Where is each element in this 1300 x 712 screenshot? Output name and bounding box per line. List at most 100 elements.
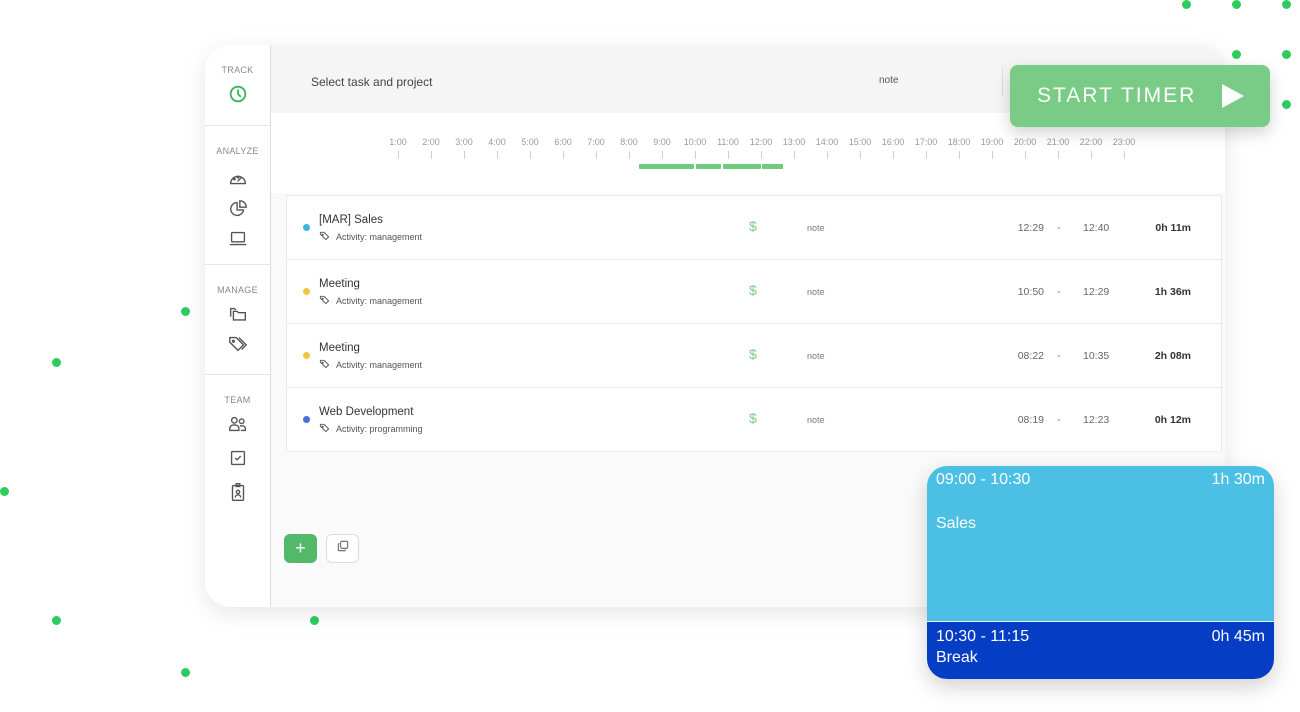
timeline-tick [398,151,399,159]
timeline-hour-label: 7:00 [587,137,605,147]
timeline-hour-label: 1:00 [389,137,407,147]
timeline-tick [1058,151,1059,159]
timeline-tick [1091,151,1092,159]
entry-end-time[interactable]: 12:29 [1083,286,1109,298]
add-entry-button[interactable]: + [284,534,317,563]
entry-note[interactable]: note [807,351,825,361]
project-color-dot [303,352,310,359]
entry-end-time[interactable]: 12:40 [1083,222,1109,234]
time-entry-row[interactable]: Meeting Activity: management $ note 10:50 - 12… [286,259,1222,323]
timeline-hour-label: 4:00 [488,137,506,147]
start-timer-button[interactable]: START TIMER [1010,65,1270,127]
timeline-segment[interactable] [762,164,783,169]
badge-icon[interactable] [227,481,249,503]
timeline-hour-label: 23:00 [1112,137,1136,147]
timeline-hour-label: 6:00 [554,137,572,147]
entry-activity: Activity: programming [319,422,423,435]
entry-activity: Activity: management [319,230,422,243]
entry-start-time[interactable]: 08:19 [999,414,1044,426]
decor-dot [52,616,61,625]
entry-title[interactable]: [MAR] Sales [319,214,383,226]
sidebar-section-manage: MANAGE [205,265,270,375]
clock-icon[interactable] [227,83,249,105]
calendar-block-duration: 0h 45m [1211,628,1265,645]
calendar-card: 09:00 - 10:30 1h 30m Sales 10:30 - 11:15… [927,466,1274,679]
entry-note[interactable]: note [807,223,825,233]
timeline-tick [563,151,564,159]
timeline-tick [860,151,861,159]
project-color-dot [303,288,310,295]
timeline-hour-label: 10:00 [683,137,707,147]
decor-dot [1232,0,1241,9]
project-color-dot [303,416,310,423]
timeline-tick [959,151,960,159]
time-entry-row[interactable]: [MAR] Sales Activity: management $ note 12:2… [286,195,1222,259]
time-separator: - [1057,414,1061,426]
entry-start-time[interactable]: 12:29 [999,222,1044,234]
entry-title[interactable]: Meeting [319,278,360,290]
decor-dot [52,358,61,367]
decor-dot [181,668,190,677]
checkbox-icon[interactable] [227,447,249,469]
entry-note[interactable]: note [807,287,825,297]
timeline-segment[interactable] [722,164,761,169]
timeline-hour-label: 14:00 [815,137,839,147]
entry-end-time[interactable]: 12:23 [1083,414,1109,426]
calendar-block-sales[interactable]: 09:00 - 10:30 1h 30m Sales [927,466,1274,621]
calendar-block-time: 10:30 - 11:15 [936,628,1030,645]
billable-icon[interactable]: $ [749,282,757,298]
entry-note[interactable]: note [807,415,825,425]
entry-activity: Activity: management [319,358,422,371]
entry-activity-label: Activity: management [336,359,423,370]
entry-activity-label: Activity: management [336,295,423,306]
decor-dot [310,616,319,625]
calendar-block-duration: 1h 30m [1211,471,1265,488]
entry-duration: 2h 08m [1154,350,1191,362]
billable-icon[interactable]: $ [749,218,757,234]
timeline-hour-label: 13:00 [782,137,806,147]
entry-duration: 0h 12m [1154,414,1191,426]
task-project-select[interactable]: Select task and project [311,75,432,89]
sidebar-section-track: TRACK [205,45,270,126]
copy-button[interactable] [326,534,359,563]
pie-chart-icon[interactable] [227,198,249,220]
entry-title[interactable]: Web Development [319,406,413,418]
decor-dot [0,487,9,496]
entry-activity-label: Activity: management [336,231,423,242]
timeline-segment[interactable] [696,164,721,169]
timeline-tick [926,151,927,159]
sidebar-section-label: TRACK [221,65,254,75]
entry-start-time[interactable]: 10:50 [999,286,1044,298]
timeline-tick [629,151,630,159]
timeline-tick [431,151,432,159]
time-entry-row[interactable]: Web Development Activity: programming $ not… [286,387,1222,452]
decor-dot [1182,0,1191,9]
dashboard-gauge-icon[interactable] [227,168,249,190]
decor-dot [1282,100,1291,109]
tag-icon [319,230,330,243]
timeline-hour-label: 9:00 [653,137,671,147]
entry-duration: 1h 36m [1154,286,1191,298]
time-entry-row[interactable]: Meeting Activity: management $ note 08:22 - 10… [286,323,1222,387]
timeline-tick [761,151,762,159]
decor-dot [1282,50,1291,59]
timeline-segment[interactable] [639,164,695,169]
laptop-icon[interactable] [227,228,249,250]
tags-icon[interactable] [227,333,249,355]
tag-icon [319,358,330,371]
entry-title[interactable]: Meeting [319,342,360,354]
folders-icon[interactable] [227,303,249,325]
entry-end-time[interactable]: 10:35 [1083,350,1109,362]
tag-icon [319,422,330,435]
timeline-tick [1025,151,1026,159]
billable-icon[interactable]: $ [749,346,757,362]
timeline-hour-label: 15:00 [848,137,872,147]
calendar-block-break[interactable]: 10:30 - 11:15 0h 45m Break [927,622,1274,679]
note-input[interactable]: note [879,75,898,86]
users-icon[interactable] [227,413,249,435]
timeline-hour-label: 18:00 [947,137,971,147]
copy-icon [336,539,350,558]
billable-icon[interactable]: $ [749,410,757,426]
entry-start-time[interactable]: 08:22 [999,350,1044,362]
timeline-hour-label: 20:00 [1013,137,1037,147]
